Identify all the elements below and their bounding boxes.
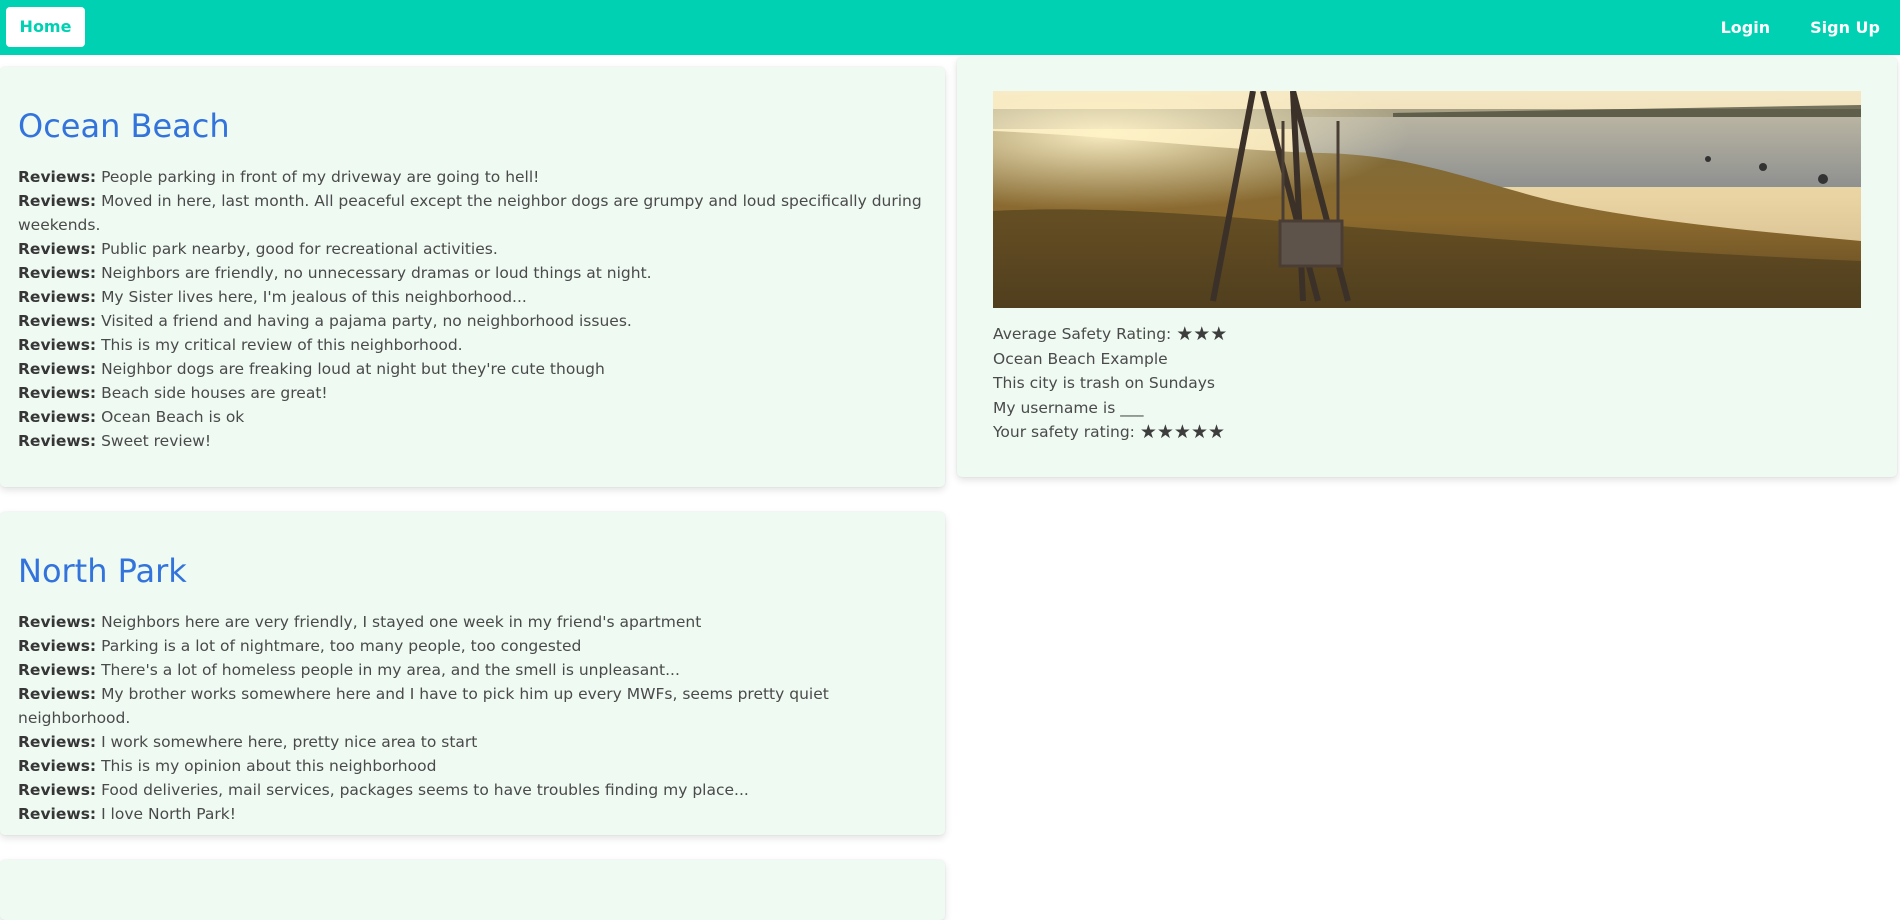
login-link[interactable]: Login <box>1701 18 1791 37</box>
average-rating-label: Average Safety Rating: <box>993 325 1172 343</box>
neighborhood-detail-card: Average Safety Rating: ★★★ Ocean Beach E… <box>957 57 1897 477</box>
review-label: Reviews: <box>18 264 97 283</box>
review-item: Reviews: There's a lot of homeless peopl… <box>18 658 927 682</box>
review-item: Reviews: This is my opinion about this n… <box>18 754 927 778</box>
review-label: Reviews: <box>18 432 97 451</box>
nav-right: Login Sign Up <box>1701 0 1900 55</box>
review-label: Reviews: <box>18 288 97 307</box>
review-text: Ocean Beach is ok <box>101 408 245 427</box>
review-item: Reviews: I love North Park! <box>18 802 927 826</box>
your-rating-stars[interactable]: ★★★★★ <box>1140 421 1225 443</box>
review-label: Reviews: <box>18 637 97 656</box>
average-rating-stars: ★★★ <box>1176 323 1228 345</box>
review-item: Reviews: Visited a friend and having a p… <box>18 309 927 333</box>
review-label: Reviews: <box>18 312 97 331</box>
review-text: People parking in front of my driveway a… <box>101 168 540 187</box>
review-text: This is my opinion about this neighborho… <box>101 757 437 776</box>
review-list: Reviews: People parking in front of my d… <box>18 165 927 453</box>
home-button[interactable]: Home <box>6 7 85 47</box>
review-item: Reviews: People parking in front of my d… <box>18 165 927 189</box>
review-text: Sweet review! <box>101 432 212 451</box>
neighborhood-name-line: Ocean Beach Example <box>993 349 1168 368</box>
review-item: Reviews: This is my critical review of t… <box>18 333 927 357</box>
review-item: Reviews: Neighbors are friendly, no unne… <box>18 261 927 285</box>
signup-link[interactable]: Sign Up <box>1790 18 1900 37</box>
review-text: There's a lot of homeless people in my a… <box>101 661 680 680</box>
review-label: Reviews: <box>18 192 97 211</box>
neighborhood-title[interactable]: North Park <box>18 552 927 590</box>
review-label: Reviews: <box>18 384 97 403</box>
review-item: Reviews: Sweet review! <box>18 429 927 453</box>
review-text: Visited a friend and having a pajama par… <box>101 312 632 331</box>
review-label: Reviews: <box>18 781 97 800</box>
review-item: Reviews: Food deliveries, mail services,… <box>18 778 927 802</box>
review-label: Reviews: <box>18 336 97 355</box>
neighborhood-photo <box>993 91 1861 308</box>
review-item: Reviews: Moved in here, last month. All … <box>18 189 927 237</box>
review-item: Reviews: Parking is a lot of nightmare, … <box>18 634 927 658</box>
review-item: Reviews: My brother works somewhere here… <box>18 682 927 730</box>
review-text: This is my critical review of this neigh… <box>101 336 463 355</box>
username-line: My username is ___ <box>993 398 1144 417</box>
detail-info: Average Safety Rating: ★★★ Ocean Beach E… <box>993 322 1861 445</box>
review-item: Reviews: Ocean Beach is ok <box>18 405 927 429</box>
review-text: Parking is a lot of nightmare, too many … <box>101 637 582 656</box>
review-label: Reviews: <box>18 408 97 427</box>
neighborhood-description: This city is trash on Sundays <box>993 374 1215 392</box>
review-label: Reviews: <box>18 661 97 680</box>
review-item: Reviews: Neighbors here are very friendl… <box>18 610 927 634</box>
review-text: Public park nearby, good for recreationa… <box>101 240 498 259</box>
review-text: Neighbors are friendly, no unnecessary d… <box>101 264 652 283</box>
review-label: Reviews: <box>18 805 97 824</box>
review-text: I work somewhere here, pretty nice area … <box>101 733 478 752</box>
review-text: Beach side houses are great! <box>101 384 328 403</box>
your-safety-rating: Your safety rating: ★★★★★ <box>993 420 1861 445</box>
review-label: Reviews: <box>18 360 97 379</box>
review-label: Reviews: <box>18 685 97 704</box>
review-label: Reviews: <box>18 757 97 776</box>
review-item: Reviews: My Sister lives here, I'm jealo… <box>18 285 927 309</box>
your-rating-label: Your safety rating: <box>993 423 1135 441</box>
review-item: Reviews: Neighbor dogs are freaking loud… <box>18 357 927 381</box>
review-label: Reviews: <box>18 168 97 187</box>
review-text: Moved in here, last month. All peaceful … <box>18 192 922 235</box>
review-text: Food deliveries, mail services, packages… <box>101 781 749 800</box>
review-text: I love North Park! <box>101 805 236 824</box>
review-text: My Sister lives here, I'm jealous of thi… <box>101 288 527 307</box>
navbar: Home Login Sign Up <box>0 0 1900 55</box>
review-label: Reviews: <box>18 240 97 259</box>
neighborhood-card-partial <box>0 860 945 920</box>
neighborhood-card-ocean-beach: Ocean Beach Reviews: People parking in f… <box>0 67 945 487</box>
review-item: Reviews: Public park nearby, good for re… <box>18 237 927 261</box>
review-text: My brother works somewhere here and I ha… <box>18 685 829 728</box>
neighborhood-card-north-park: North Park Reviews: Neighbors here are v… <box>0 512 945 835</box>
average-safety-rating: Average Safety Rating: ★★★ <box>993 322 1861 347</box>
review-label: Reviews: <box>18 613 97 632</box>
review-item: Reviews: I work somewhere here, pretty n… <box>18 730 927 754</box>
neighborhood-title[interactable]: Ocean Beach <box>18 107 927 145</box>
review-item: Reviews: Beach side houses are great! <box>18 381 927 405</box>
review-text: Neighbors here are very friendly, I stay… <box>101 613 702 632</box>
review-list: Reviews: Neighbors here are very friendl… <box>18 610 927 826</box>
review-text: Neighbor dogs are freaking loud at night… <box>101 360 605 379</box>
review-label: Reviews: <box>18 733 97 752</box>
